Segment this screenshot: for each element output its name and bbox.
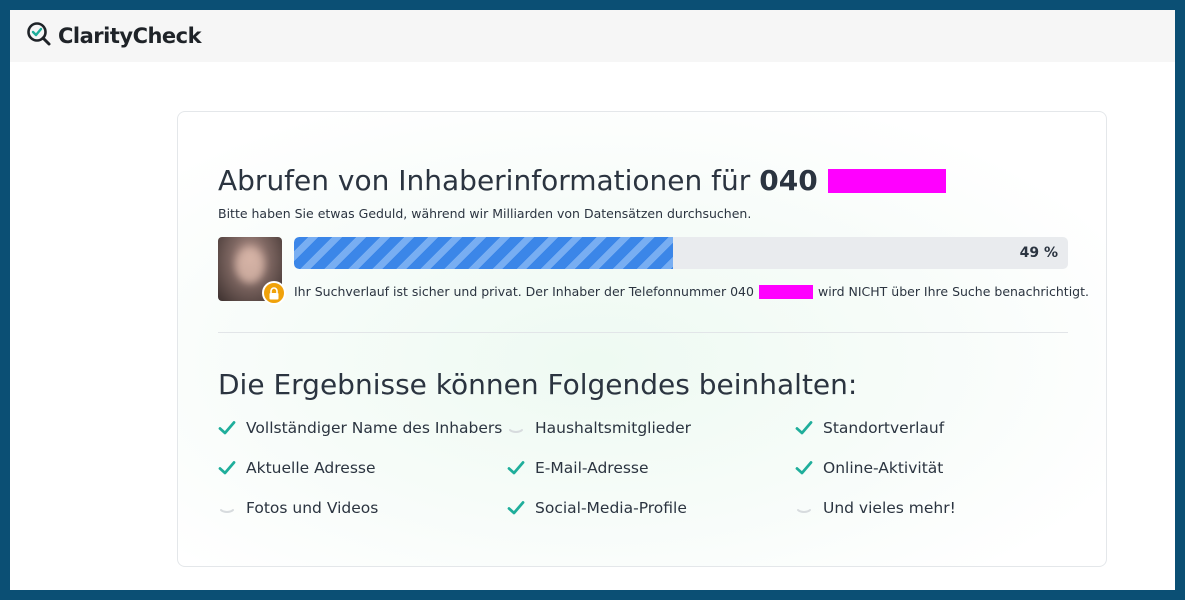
search-card: Abrufen von Inhaberinformationen für 040…	[177, 111, 1107, 567]
result-feature-label: Haushaltsmitglieder	[535, 419, 692, 437]
result-feature-item: Online-Aktivität	[795, 456, 943, 480]
checkmark-icon	[507, 459, 525, 477]
top-bar: ClarityCheck	[10, 10, 1175, 62]
search-progress-bar: 49 %	[294, 237, 1068, 269]
progress-percent: 49 %	[1019, 245, 1058, 261]
checkmark-icon	[218, 459, 236, 477]
result-feature-item: Social-Media-Profile	[507, 496, 687, 520]
privacy-text-end: wird NICHT über Ihre Suche benachrichtig…	[817, 284, 1089, 299]
result-feature-label: E-Mail-Adresse	[535, 459, 649, 477]
search-subtitle: Bitte haben Sie etwas Geduld, während wi…	[218, 206, 752, 221]
result-feature-label: Und vieles mehr!	[823, 499, 956, 517]
redacted-phone-number	[827, 168, 946, 193]
result-feature-item: Und vieles mehr!	[795, 496, 956, 520]
loading-spinner-icon	[507, 419, 525, 437]
divider	[218, 332, 1068, 333]
privacy-notice: Ihr Suchverlauf ist sicher und privat. D…	[294, 284, 1089, 299]
results-title: Die Ergebnisse können Folgendes beinhalt…	[218, 368, 858, 401]
redacted-phone-number-inline	[758, 284, 813, 299]
brand-name: ClarityCheck	[58, 24, 202, 48]
checkmark-icon	[218, 419, 236, 437]
result-feature-item: Fotos und Videos	[218, 496, 378, 520]
progress-fill	[294, 237, 674, 269]
result-feature-label: Fotos und Videos	[246, 499, 379, 517]
result-feature-label: Online-Aktivität	[823, 459, 944, 477]
checkmark-icon	[795, 459, 813, 477]
phone-prefix: 040	[759, 164, 818, 197]
results-feature-list: Vollständiger Name des Inhabers Haushalts…	[218, 416, 1078, 536]
search-title-text: Abrufen von Inhaberinformationen für	[218, 164, 751, 197]
result-feature-item: Vollständiger Name des Inhabers	[218, 416, 502, 440]
result-feature-label: Aktuelle Adresse	[246, 459, 376, 477]
result-feature-label: Standortverlauf	[823, 419, 945, 437]
magnifier-check-icon	[26, 21, 52, 51]
result-feature-item: E-Mail-Adresse	[507, 456, 649, 480]
page-frame: ClarityCheck Abrufen von Inhaberinformat…	[10, 10, 1175, 590]
checkmark-icon	[795, 419, 813, 437]
loading-spinner-icon	[795, 499, 813, 517]
result-feature-item: Standortverlauf	[795, 416, 944, 440]
result-feature-item: Haushaltsmitglieder	[507, 416, 691, 440]
result-feature-item: Aktuelle Adresse	[218, 456, 376, 480]
search-title: Abrufen von Inhaberinformationen für 040	[218, 164, 946, 197]
brand-logo[interactable]: ClarityCheck	[26, 21, 202, 51]
privacy-text-start: Ihr Suchverlauf ist sicher und privat. D…	[294, 284, 754, 299]
result-feature-label: Vollständiger Name des Inhabers	[246, 419, 503, 437]
lock-icon	[262, 281, 286, 305]
result-feature-label: Social-Media-Profile	[535, 499, 687, 517]
loading-spinner-icon	[218, 499, 236, 517]
checkmark-icon	[507, 499, 525, 517]
